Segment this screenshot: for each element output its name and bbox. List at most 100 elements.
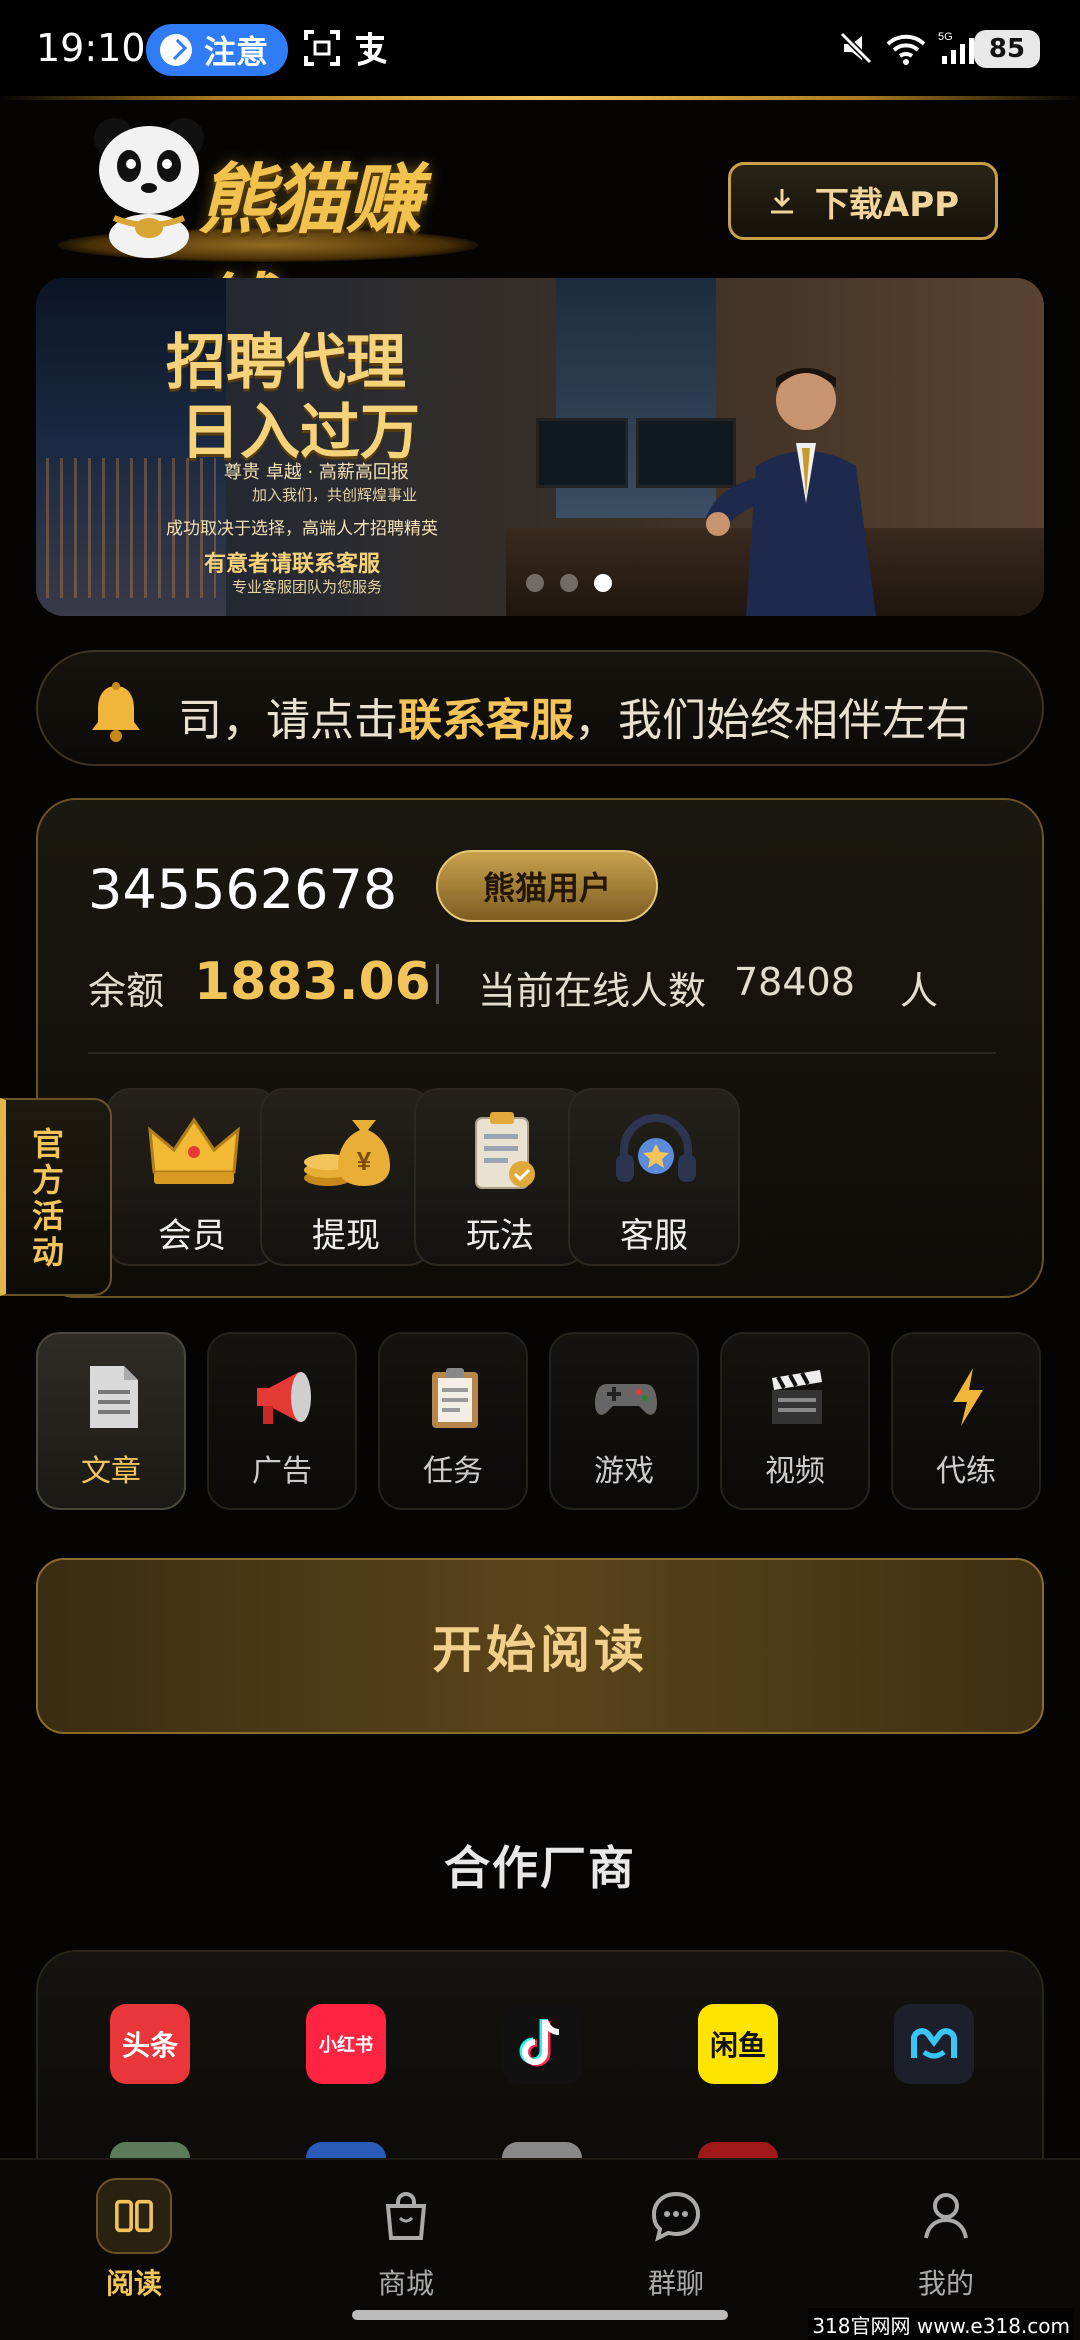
category-tab-boosting[interactable]: 代练 <box>891 1332 1041 1510</box>
category-label: 文章 <box>81 1454 141 1489</box>
carousel-dot[interactable] <box>560 574 578 592</box>
user-level-label: 熊猫用户 <box>482 869 611 907</box>
status-time: 19:10 <box>36 26 146 70</box>
shopping-bag-icon <box>385 2192 427 2240</box>
partner-name: 头条 <box>121 2029 178 2062</box>
nav-label: 阅读 <box>105 2267 162 2300</box>
banner-subtitle: 尊贵 卓越 · 高薪高回报 <box>224 462 409 483</box>
category-label: 任务 <box>423 1454 483 1489</box>
clapperboard-icon <box>772 1370 822 1424</box>
carousel-dots[interactable] <box>526 574 612 592</box>
partner-name: 小红书 <box>319 2035 373 2056</box>
category-label: 代练 <box>936 1454 996 1489</box>
banner-monitor <box>536 418 628 488</box>
app-screen: 19:10 注意 5G 85 熊猫赚 下载APP 招聘代理 日入过万 尊贵 卓越… <box>0 0 1080 2340</box>
notice-text: 司，请点击联系客服，我们始终相伴左右 <box>178 684 970 748</box>
download-icon <box>770 189 793 214</box>
category-label: 视频 <box>765 1454 825 1489</box>
carousel-dot[interactable] <box>526 574 544 592</box>
online-users-label: 当前在线人数 <box>478 969 707 1013</box>
notice-text-before: 司，请点击 <box>178 695 398 746</box>
panda-icon <box>94 118 204 258</box>
wifi-icon <box>884 28 926 68</box>
lightning-icon <box>953 1368 983 1426</box>
quick-action-label: 会员 <box>158 1216 226 1256</box>
app-logo: 熊猫赚钱 <box>48 108 488 354</box>
nav-label: 我的 <box>917 2267 974 2300</box>
notification-pill-label: 注意 <box>204 33 269 71</box>
crown-icon <box>148 1117 240 1184</box>
businessman-figure <box>706 368 876 616</box>
user-level-badge: 熊猫用户 <box>436 850 658 922</box>
person-icon <box>924 2193 968 2239</box>
bell-icon <box>92 682 140 742</box>
start-reading-label: 开始阅读 <box>432 1621 648 1679</box>
nav-tab-groupchat[interactable]: 群聊 <box>606 2178 746 2318</box>
task-clipboard-icon <box>432 1368 478 1428</box>
start-reading-button[interactable]: 开始阅读 <box>36 1558 1044 1734</box>
category-tab-videos[interactable]: 视频 <box>720 1332 870 1510</box>
category-label: 广告 <box>252 1454 312 1489</box>
online-users-unit: 人 <box>900 969 939 1013</box>
quick-action-label: 玩法 <box>466 1216 534 1256</box>
partner-logo-douyin[interactable] <box>502 2004 582 2084</box>
partners-title: 合作厂商 <box>444 1841 636 1895</box>
category-tab-ads[interactable]: 广告 <box>207 1332 357 1510</box>
watermark: 318官网网 www.e318.com <box>808 2308 1074 2340</box>
nav-tab-shop[interactable]: 商城 <box>336 2178 476 2318</box>
partner-name: 闲鱼 <box>709 2029 766 2062</box>
gamepad-icon <box>595 1384 657 1415</box>
document-icon <box>90 1366 138 1428</box>
header-divider <box>0 96 1080 100</box>
balance-label: 余额 <box>88 969 165 1013</box>
official-events-tab[interactable]: 官方活动 <box>0 1098 112 1296</box>
nav-tab-read[interactable]: 阅读 <box>64 2178 204 2318</box>
megaphone-icon <box>257 1372 311 1424</box>
partner-logo-xiaohongshu[interactable]: 小红书 <box>306 2004 386 2084</box>
home-indicator[interactable] <box>352 2310 728 2320</box>
quick-action-support[interactable]: 客服 <box>568 1088 740 1266</box>
book-icon <box>115 2199 153 2233</box>
account-card: 345562678 熊猫用户 余额 1883.06 当前在线人数 78408 人… <box>36 798 1044 1298</box>
net-label: 5G <box>938 31 953 43</box>
compass-icon <box>160 34 192 66</box>
banner-contact-line: 有意者请联系客服 <box>204 551 381 577</box>
partner-logo-xianyu[interactable]: 闲鱼 <box>698 2004 778 2084</box>
scan-icon <box>302 28 342 68</box>
partner-m-icon <box>911 2028 957 2059</box>
partner-logo-toutiao[interactable]: 头条 <box>110 2004 190 2084</box>
notice-text-after: ，我们始终相伴左右 <box>574 695 970 746</box>
category-tab-games[interactable]: 游戏 <box>549 1332 699 1510</box>
partner-logo-m[interactable] <box>894 2004 974 2084</box>
download-app-button[interactable]: 下载APP <box>728 162 998 240</box>
official-events-label: 官方活动 <box>32 1125 65 1271</box>
carousel-dot-active[interactable] <box>594 574 612 592</box>
banner-subtitle: 加入我们，共创辉煌事业 <box>252 486 418 504</box>
money-bag-icon: ¥ <box>304 1120 390 1186</box>
nav-label: 群聊 <box>647 2267 704 2300</box>
quick-action-label: 客服 <box>620 1216 688 1256</box>
notification-pill[interactable]: 注意 <box>146 24 288 76</box>
quick-action-membership[interactable]: 会员 <box>106 1088 278 1266</box>
mute-icon <box>836 28 876 68</box>
quick-action-howto[interactable]: 玩法 <box>414 1088 586 1266</box>
user-id: 345562678 <box>88 858 398 921</box>
notice-contact-link[interactable]: 联系客服 <box>398 695 574 746</box>
balance-value: 1883.06 <box>194 952 431 1012</box>
quick-action-label: 提现 <box>312 1216 380 1256</box>
category-label: 游戏 <box>594 1454 654 1489</box>
partners-panel: 头条 小红书 闲鱼 <box>36 1950 1044 2190</box>
chat-icon <box>651 2191 701 2242</box>
banner-subtitle: 专业客服团队为您服务 <box>232 578 383 596</box>
stat-separator <box>436 964 439 1004</box>
banner-subtitle: 成功取决于选择，高端人才招聘精英 <box>166 519 438 539</box>
category-tab-articles[interactable]: 文章 <box>36 1332 186 1510</box>
promo-banner[interactable]: 招聘代理 日入过万 尊贵 卓越 · 高薪高回报 加入我们，共创辉煌事业 成功取决… <box>36 278 1044 616</box>
svg-text:¥: ¥ <box>357 1146 372 1176</box>
quick-action-withdraw[interactable]: ¥ 提现 <box>260 1088 432 1266</box>
nav-tab-mine[interactable]: 我的 <box>876 2178 1016 2318</box>
online-users-count: 78408 <box>734 960 855 1004</box>
notice-marquee[interactable]: 司，请点击联系客服，我们始终相伴左右 <box>36 650 1044 766</box>
download-app-label: 下载APP <box>814 184 960 225</box>
category-tab-tasks[interactable]: 任务 <box>378 1332 528 1510</box>
